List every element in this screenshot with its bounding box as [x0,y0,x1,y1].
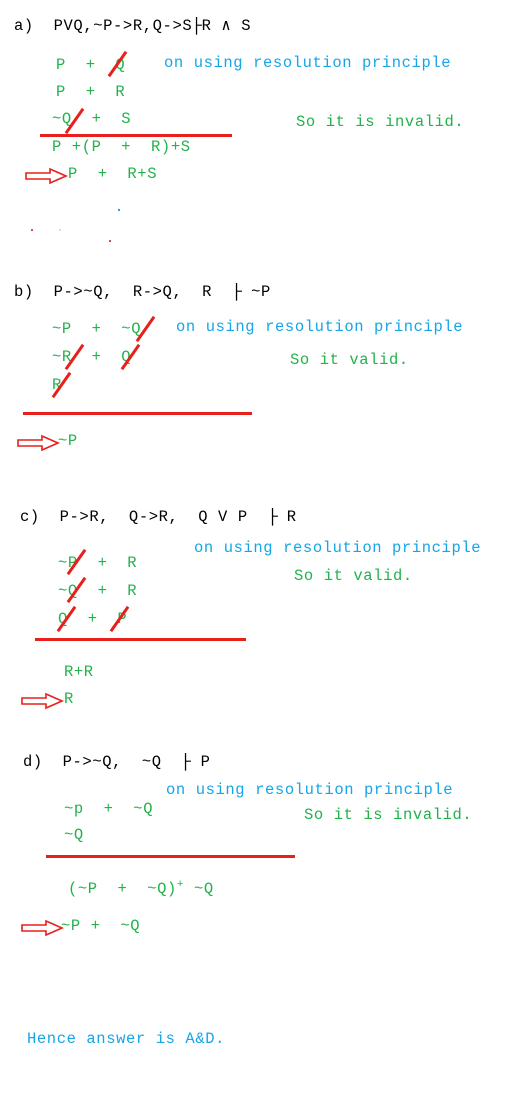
turnstile-icon-b: ├ [231,283,242,301]
section-b-result: ~P [58,432,78,450]
section-b-conclusion: ~P [251,283,271,301]
section-a-header: a) PVQ,~P->R,Q->S├R ∧ S [14,16,251,35]
section-b-label: b) [14,283,34,301]
section-c-result: R [64,690,74,708]
turnstile-icon-a: ├ [191,17,203,35]
section-c-clause-3: Q + P [58,610,128,628]
section-b-premises: P->~Q, R->Q, R [53,283,213,301]
result-arrow-icon-c [20,692,64,710]
section-a-note-green: So it is invalid. [296,113,465,131]
section-d-clause-1: ~p + ~Q [64,800,154,818]
section-a-clause-3: ~Q + S [52,110,132,128]
section-d-note-blue: on using resolution principle [166,781,454,799]
result-arrow-icon-a [24,167,68,185]
section-d-header: d) P->~Q, ~Q ├ P [23,753,211,771]
section-d-derived-suffix: ~Q [184,880,214,898]
section-d-result: ~P + ~Q [61,917,141,935]
section-c-derived-1: R+R [64,663,94,681]
conclusion-statement: Hence answer is A&D. [27,1030,226,1048]
section-d-note-green: So it is invalid. [304,806,473,824]
section-b-clause-3: R [52,376,62,394]
section-c-note-blue: on using resolution principle [194,539,482,557]
section-b-note-blue: on using resolution principle [176,318,464,336]
section-d-clause-2: ~Q [64,826,84,844]
artifact-speck-2 [59,229,61,231]
artifact-speck-4 [118,209,120,211]
turnstile-icon-c: ├ [266,508,278,526]
section-b-rule [23,412,252,415]
artifact-speck-1 [31,229,33,231]
section-d-derived-prefix: (~P + ~Q) [68,880,177,898]
section-a-note-blue: on using resolution principle [164,54,452,72]
section-d-rule [46,855,295,858]
section-b-clause-1: ~P + ~Q [52,320,142,338]
section-a-clause-1: P + Q [56,56,126,74]
section-a-conclusion: R ∧ S [201,17,252,35]
section-a-label: a) [14,17,34,35]
section-d-premises: P->~Q, ~Q [62,753,162,771]
section-c-premises: P->R, Q->R, Q V P [59,508,248,526]
turnstile-icon-d: ├ [180,753,192,771]
section-a-clause-2: P + R [56,83,126,101]
section-a-derived-1: P +(P + R)+S [52,138,191,156]
result-arrow-icon-b [16,434,60,452]
section-c-clause-1: ~P + R [58,554,138,572]
section-b-clause-2: ~R + Q [52,348,132,366]
section-d-conclusion: P [200,753,211,771]
section-d-label: d) [23,753,43,771]
solution-page: a) PVQ,~P->R,Q->S├R ∧ S P + Q P + R ~Q +… [0,0,514,1094]
section-c-label: c) [20,508,40,526]
section-c-rule [35,638,246,641]
section-a-rule [40,134,232,137]
section-a-premises: PVQ,~P->R,Q->S [53,17,193,35]
section-c-note-green: So it valid. [294,567,413,585]
artifact-speck-3 [109,240,111,242]
section-c-clause-2: ~Q + R [58,582,138,600]
section-c-header: c) P->R, Q->R, Q V P ├ R [20,508,297,526]
section-a-result: P + R+S [68,165,158,183]
result-arrow-icon-d [20,919,64,937]
section-b-header: b) P->~Q, R->Q, R ├ ~P [14,283,271,301]
section-b-note-green: So it valid. [290,351,409,369]
section-d-derived-1: (~P + ~Q)+ ~Q [68,879,214,898]
section-c-conclusion: R [286,508,297,526]
